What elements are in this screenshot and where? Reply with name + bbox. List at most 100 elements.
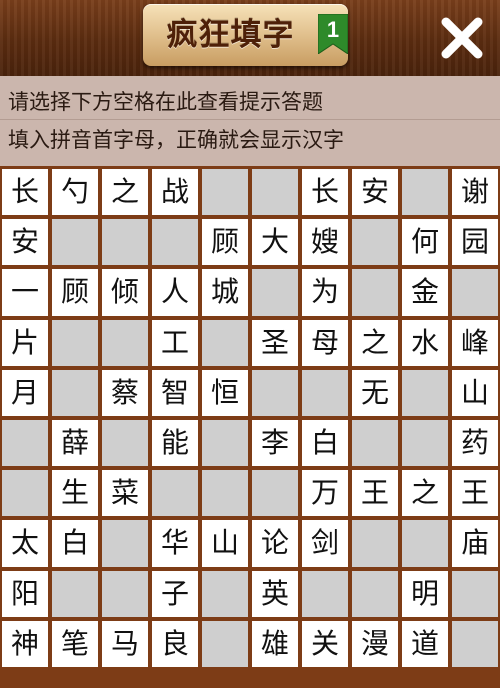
grid-cell[interactable]: 白 (52, 520, 98, 567)
grid-cell-blocked (402, 169, 448, 216)
grid-cell-blocked (102, 420, 148, 467)
grid-cell-blocked (352, 269, 398, 316)
grid-cell[interactable]: 笔 (52, 620, 98, 667)
grid-cell-blocked (352, 420, 398, 467)
level-badge: 1 (318, 14, 348, 54)
grid-cell-blocked (252, 369, 298, 416)
grid-cell[interactable]: 山 (202, 520, 248, 567)
grid-cell[interactable]: 明 (402, 570, 448, 617)
grid-cell[interactable]: 峰 (452, 319, 498, 366)
grid-cell-blocked (202, 620, 248, 667)
grid-cell[interactable]: 城 (202, 269, 248, 316)
grid-cell-blocked (352, 570, 398, 617)
grid-cell[interactable]: 王 (352, 470, 398, 517)
grid-cell-blocked (302, 369, 348, 416)
hint-panel: 请选择下方空格在此查看提示答题 填入拼音首字母，正确就会显示汉字 (0, 76, 500, 166)
grid-cell[interactable]: 剑 (302, 520, 348, 567)
grid-cell[interactable]: 勺 (52, 169, 98, 216)
grid-cell[interactable]: 太 (2, 520, 48, 567)
title-plate: 疯狂填字 1 (143, 4, 348, 66)
grid-cell[interactable]: 王 (452, 470, 498, 517)
grid-cell[interactable]: 倾 (102, 269, 148, 316)
grid-cell[interactable]: 道 (402, 620, 448, 667)
grid-cell-blocked (102, 219, 148, 266)
grid-cell[interactable]: 山 (452, 369, 498, 416)
level-number: 1 (326, 17, 340, 42)
grid-cell[interactable]: 阳 (2, 570, 48, 617)
grid-cell[interactable]: 安 (2, 219, 48, 266)
grid-cell-blocked (202, 169, 248, 216)
grid-cell[interactable]: 战 (152, 169, 198, 216)
hint-divider (0, 119, 500, 120)
grid-cell-blocked (402, 420, 448, 467)
grid-cell[interactable]: 能 (152, 420, 198, 467)
grid-cell[interactable]: 金 (402, 269, 448, 316)
grid-cell[interactable]: 顾 (202, 219, 248, 266)
hint-text-line2: 填入拼音首字母，正确就会显示汉字 (8, 128, 344, 152)
grid-cell[interactable]: 大 (252, 219, 298, 266)
grid-cell[interactable]: 菜 (102, 470, 148, 517)
grid-cell[interactable]: 漫 (352, 620, 398, 667)
grid-cell-blocked (52, 319, 98, 366)
grid-cell[interactable]: 白 (302, 420, 348, 467)
grid-cell[interactable]: 神 (2, 620, 48, 667)
crossword-grid: 长勺之战长安谢安顾大嫂何园一顾倾人城为金片工圣母之水峰月蔡智恒无山薛能李白药生菜… (0, 166, 500, 688)
grid-cell-blocked (452, 570, 498, 617)
grid-cell[interactable]: 顾 (52, 269, 98, 316)
grid-cell[interactable]: 之 (402, 470, 448, 517)
grid-cell[interactable]: 何 (402, 219, 448, 266)
grid-cell-blocked (202, 470, 248, 517)
grid-cell-blocked (102, 570, 148, 617)
grid-cell[interactable]: 恒 (202, 369, 248, 416)
grid-cell[interactable]: 为 (302, 269, 348, 316)
grid-cell[interactable]: 圣 (252, 319, 298, 366)
grid-cell[interactable]: 论 (252, 520, 298, 567)
close-x-icon (441, 17, 483, 59)
grid-cell[interactable]: 母 (302, 319, 348, 366)
grid-cell-blocked (52, 369, 98, 416)
grid-cell[interactable]: 园 (452, 219, 498, 266)
grid-cell[interactable]: 人 (152, 269, 198, 316)
grid-cell-blocked (402, 520, 448, 567)
grid-cell[interactable]: 无 (352, 369, 398, 416)
grid-cell[interactable]: 雄 (252, 620, 298, 667)
grid-cell[interactable]: 子 (152, 570, 198, 617)
grid-cell[interactable]: 片 (2, 319, 48, 366)
grid-cell[interactable]: 马 (102, 620, 148, 667)
close-button[interactable] (436, 12, 488, 64)
grid-cell[interactable]: 薛 (52, 420, 98, 467)
grid-cell[interactable]: 安 (352, 169, 398, 216)
grid-cell-blocked (202, 420, 248, 467)
grid-cell[interactable]: 生 (52, 470, 98, 517)
grid-cell-blocked (402, 369, 448, 416)
grid-cell[interactable]: 谢 (452, 169, 498, 216)
grid-cell[interactable]: 水 (402, 319, 448, 366)
grid-cell[interactable]: 之 (352, 319, 398, 366)
grid-cell[interactable]: 之 (102, 169, 148, 216)
grid-cell[interactable]: 长 (302, 169, 348, 216)
grid-cell-blocked (202, 570, 248, 617)
grid-cell-blocked (302, 570, 348, 617)
grid-cell-blocked (52, 570, 98, 617)
grid-cell[interactable]: 庙 (452, 520, 498, 567)
grid-cell[interactable]: 嫂 (302, 219, 348, 266)
grid-cell[interactable]: 工 (152, 319, 198, 366)
grid-cell[interactable]: 李 (252, 420, 298, 467)
grid-cell-blocked (452, 620, 498, 667)
grid-cell-blocked (352, 520, 398, 567)
grid-cell[interactable]: 智 (152, 369, 198, 416)
grid-cell-blocked (202, 319, 248, 366)
grid-cell[interactable]: 关 (302, 620, 348, 667)
grid-cell[interactable]: 良 (152, 620, 198, 667)
grid-cell-blocked (2, 470, 48, 517)
grid-cell[interactable]: 万 (302, 470, 348, 517)
grid-cell[interactable]: 一 (2, 269, 48, 316)
grid-cell-blocked (252, 269, 298, 316)
grid-cell-blocked (52, 219, 98, 266)
grid-cell[interactable]: 药 (452, 420, 498, 467)
grid-cell[interactable]: 长 (2, 169, 48, 216)
grid-cell[interactable]: 英 (252, 570, 298, 617)
grid-cell[interactable]: 蔡 (102, 369, 148, 416)
grid-cell[interactable]: 月 (2, 369, 48, 416)
grid-cell[interactable]: 华 (152, 520, 198, 567)
